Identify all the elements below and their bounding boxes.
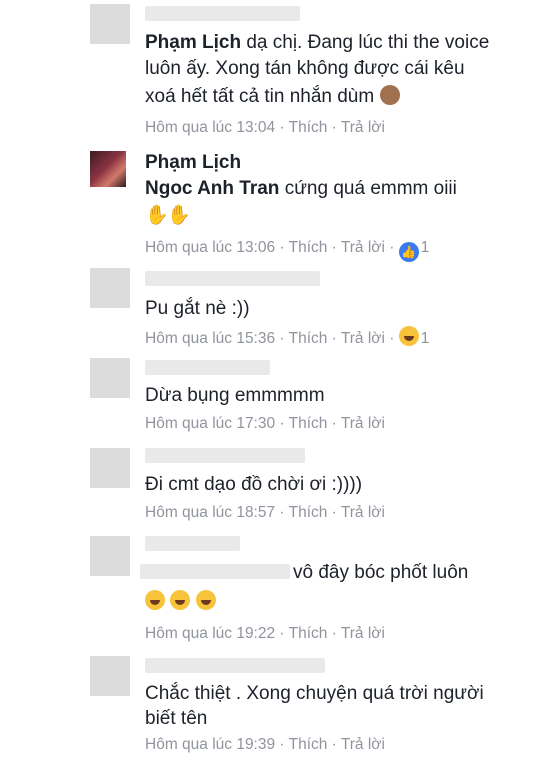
reply-link[interactable]: Trả lời (341, 239, 385, 256)
like-link[interactable]: Thích (289, 504, 328, 521)
like-link[interactable]: Thích (289, 330, 328, 347)
avatar[interactable] (90, 536, 130, 576)
comment-text: Đi cmt dạo đồ chời ơi :)))) (145, 474, 363, 495)
blurred-text (145, 658, 325, 673)
comment-text-line: Chắc thiệt . Xong chuyện quá trời người (145, 683, 484, 704)
timestamp[interactable]: Hôm qua lúc 13:06 (145, 239, 275, 256)
clapping-hands-icon: ✋ (145, 205, 169, 226)
comment-text: Phạm Lịch dạ chị. Đang lúc thi the voice (145, 32, 490, 53)
comment-meta: Hôm qua lúc 13:04 · Thích · Trả lời (145, 119, 385, 136)
reaction-count[interactable]: 1 (421, 239, 430, 256)
reply-link[interactable]: Trả lời (341, 330, 385, 347)
laughing-crying-icon (170, 590, 191, 610)
comment-meta: Hôm qua lúc 19:39 · Thích · Trả lời (145, 736, 385, 753)
like-link[interactable]: Thích (289, 239, 328, 256)
timestamp[interactable]: Hôm qua lúc 17:30 (145, 415, 275, 432)
blurred-text (145, 271, 320, 286)
laughing-crying-icon (145, 590, 165, 610)
author-name[interactable]: Phạm Lịch (145, 32, 241, 53)
timestamp[interactable]: Hôm qua lúc 15:36 (145, 330, 275, 347)
haha-reaction-icon[interactable] (398, 326, 419, 346)
like-link[interactable]: Thích (289, 625, 328, 642)
comment-text-line: biết tên (145, 708, 208, 729)
tagged-name[interactable]: Ngoc Anh Tran (145, 178, 279, 199)
like-link[interactable]: Thích (289, 736, 328, 753)
blurred-text (145, 448, 305, 463)
avatar[interactable] (90, 4, 130, 44)
avatar[interactable] (90, 448, 130, 488)
comment-text: vô đây bóc phốt luôn (293, 562, 469, 583)
blurred-text (145, 6, 300, 21)
timestamp[interactable]: Hôm qua lúc 18:57 (145, 504, 275, 521)
author-name[interactable]: Phạm Lịch (145, 150, 241, 176)
see-no-evil-monkey-icon (379, 85, 400, 105)
avatar[interactable] (90, 151, 126, 187)
avatar[interactable] (90, 268, 130, 308)
reply-link[interactable]: Trả lời (341, 119, 385, 136)
comment-meta: Hôm qua lúc 17:30 · Thích · Trả lời (145, 415, 385, 432)
comment-text: Ngoc Anh Tran cứng quá emmm oiii (145, 178, 457, 199)
comment-meta: Hôm qua lúc 18:57 · Thích · Trả lời (145, 504, 385, 521)
like-link[interactable]: Thích (289, 119, 328, 136)
like-reaction-icon[interactable]: 👍 (398, 242, 419, 262)
like-link[interactable]: Thích (289, 415, 328, 432)
blurred-text (140, 564, 290, 579)
blurred-text (145, 360, 270, 375)
laughing-crying-icon (195, 590, 216, 610)
reaction-count[interactable]: 1 (421, 330, 430, 347)
reply-link[interactable]: Trả lời (341, 415, 385, 432)
avatar[interactable] (90, 656, 130, 696)
clapping-hands-icon: ✋ (167, 205, 191, 226)
reply-link[interactable]: Trả lời (341, 504, 385, 521)
comment-text: Dừa bụng emmmmm (145, 385, 325, 406)
emoji-row: ✋✋ (145, 203, 191, 229)
emoji-row (145, 589, 216, 615)
comment-meta: Hôm qua lúc 13:06 · Thích · Trả lời · 👍 1 (145, 238, 429, 262)
comment-meta: Hôm qua lúc 15:36 · Thích · Trả lời · 1 (145, 326, 429, 349)
timestamp[interactable]: Hôm qua lúc 13:04 (145, 119, 275, 136)
timestamp[interactable]: Hôm qua lúc 19:39 (145, 736, 275, 753)
avatar[interactable] (90, 358, 130, 398)
comment-text-line: luôn ấy. Xong tán không được cái kêu (145, 58, 465, 79)
comment-text: Pu gắt nè :)) (145, 298, 250, 319)
reply-link[interactable]: Trả lời (341, 625, 385, 642)
comment-meta: Hôm qua lúc 19:22 · Thích · Trả lời (145, 625, 385, 642)
comment-text-line: xoá hết tất cả tin nhắn dùm (145, 84, 400, 110)
timestamp[interactable]: Hôm qua lúc 19:22 (145, 625, 275, 642)
reply-link[interactable]: Trả lời (341, 736, 385, 753)
blurred-text (145, 536, 240, 551)
